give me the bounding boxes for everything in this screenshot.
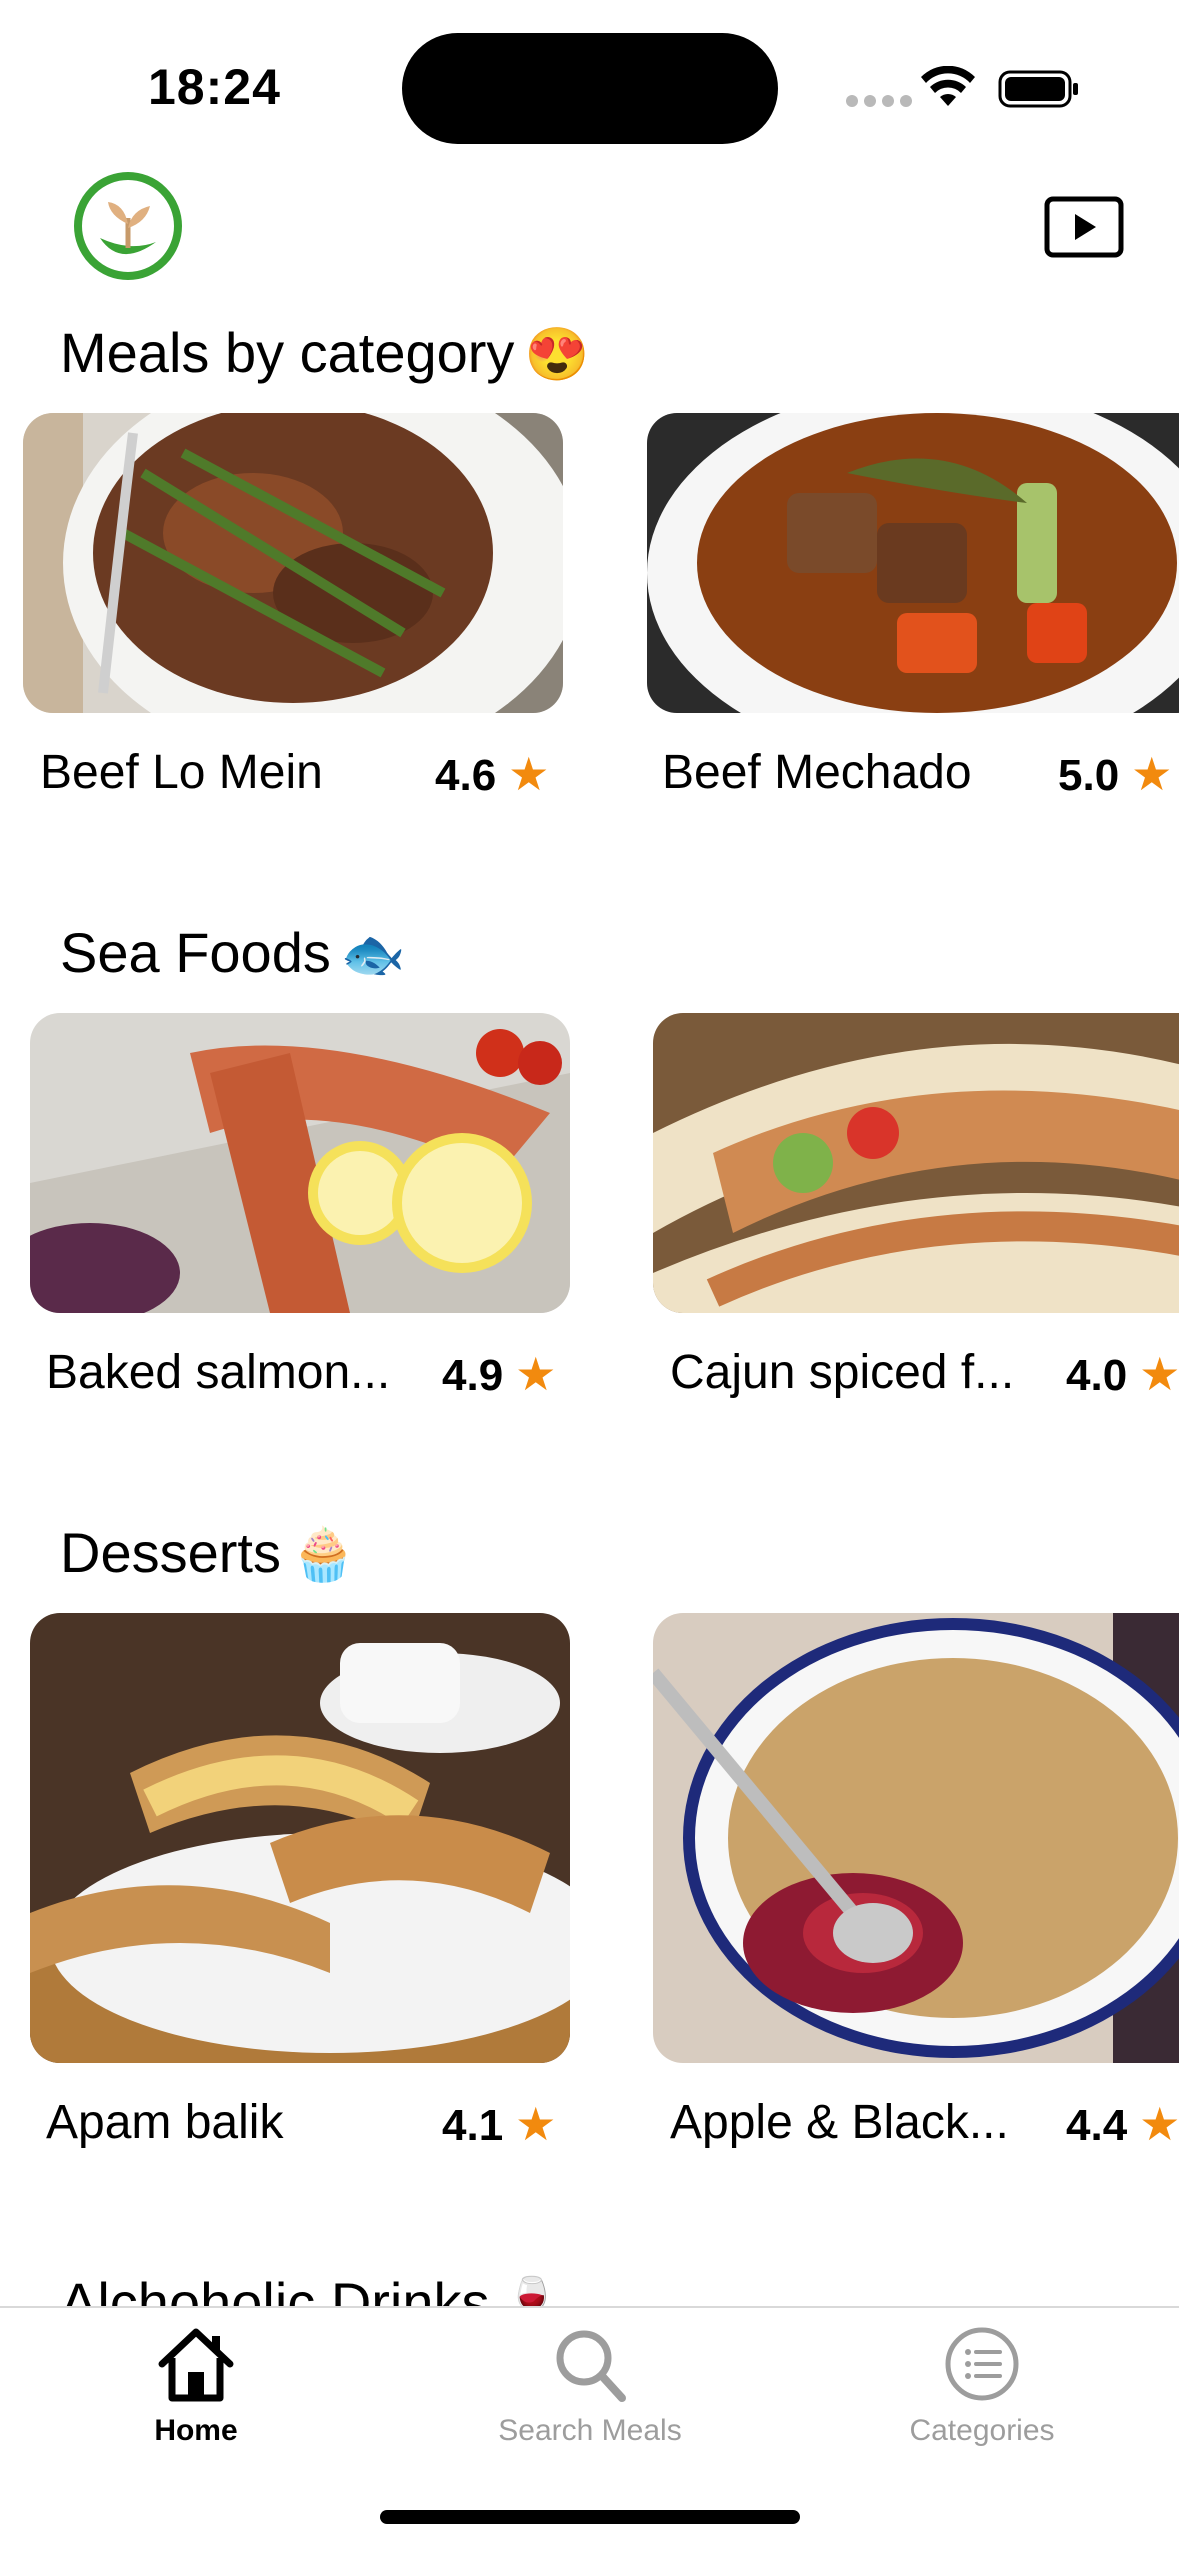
meal-image-apam-balik[interactable] — [30, 1613, 570, 2063]
meal-rating: 4.1 ★ — [442, 2098, 557, 2150]
list-icon — [945, 2327, 1019, 2401]
meal-name: Apam balik — [46, 2096, 284, 2149]
tab-label-categories: Categories — [909, 2414, 1055, 2447]
meal-image-cajun-spiced-fish-tacos[interactable] — [653, 1013, 1179, 1313]
tab-home[interactable]: Home — [46, 2308, 346, 2448]
app-logo — [74, 172, 182, 280]
meal-rating: 4.6 ★ — [435, 748, 550, 800]
meal-image-beef-lo-mein[interactable] — [23, 413, 563, 713]
wifi-icon — [921, 66, 975, 106]
tab-label-home: Home — [154, 2414, 238, 2447]
heart-eyes-emoji-icon: 😍 — [524, 326, 590, 384]
meal-rating: 4.0 ★ — [1066, 1348, 1179, 1400]
star-icon: ★ — [1139, 1348, 1179, 1400]
star-icon: ★ — [515, 2098, 557, 2150]
meal-image-beef-mechado[interactable] — [647, 413, 1179, 713]
meal-name: Beef Lo Mein — [40, 746, 323, 799]
tab-label-search-meals: Search Meals — [498, 2414, 682, 2447]
meal-name: Baked salmon... — [46, 1346, 391, 1399]
meal-name: Cajun spiced f... — [670, 1346, 1015, 1399]
meal-name: Apple & Black... — [670, 2096, 1009, 2149]
home-indicator — [380, 2510, 800, 2524]
tab-search-meals[interactable]: Search Meals — [440, 2308, 740, 2448]
dynamic-island — [402, 33, 778, 144]
cellular-signal-icon — [846, 95, 912, 107]
battery-icon — [998, 70, 1078, 108]
video-play-button[interactable] — [1044, 196, 1124, 258]
meal-rating: 4.4 ★ — [1066, 2098, 1179, 2150]
section-title-sea-foods: Sea Foods 🐟 — [60, 921, 406, 984]
meal-rating: 4.9 ★ — [442, 1348, 557, 1400]
meal-name: Beef Mechado — [662, 746, 972, 799]
search-icon — [556, 2330, 626, 2402]
meal-rating: 5.0 ★ — [1058, 748, 1173, 800]
tab-categories[interactable]: Categories — [832, 2308, 1132, 2448]
status-bar: 18:24 — [0, 0, 1179, 160]
star-icon: ★ — [1131, 748, 1173, 800]
star-icon: ★ — [1139, 2098, 1179, 2150]
home-icon — [158, 2328, 234, 2402]
star-icon: ★ — [508, 748, 550, 800]
meal-image-apple-blackberry-crumble[interactable] — [653, 1613, 1179, 2063]
star-icon: ★ — [515, 1348, 557, 1400]
section-title-meals-by-category: Meals by category 😍 — [60, 321, 590, 384]
meal-image-baked-salmon[interactable] — [30, 1013, 570, 1313]
section-title-desserts: Desserts 🧁 — [60, 1521, 356, 1584]
fish-emoji-icon: 🐟 — [340, 926, 406, 984]
status-time: 18:24 — [148, 59, 281, 115]
cupcake-emoji-icon: 🧁 — [290, 1526, 356, 1584]
